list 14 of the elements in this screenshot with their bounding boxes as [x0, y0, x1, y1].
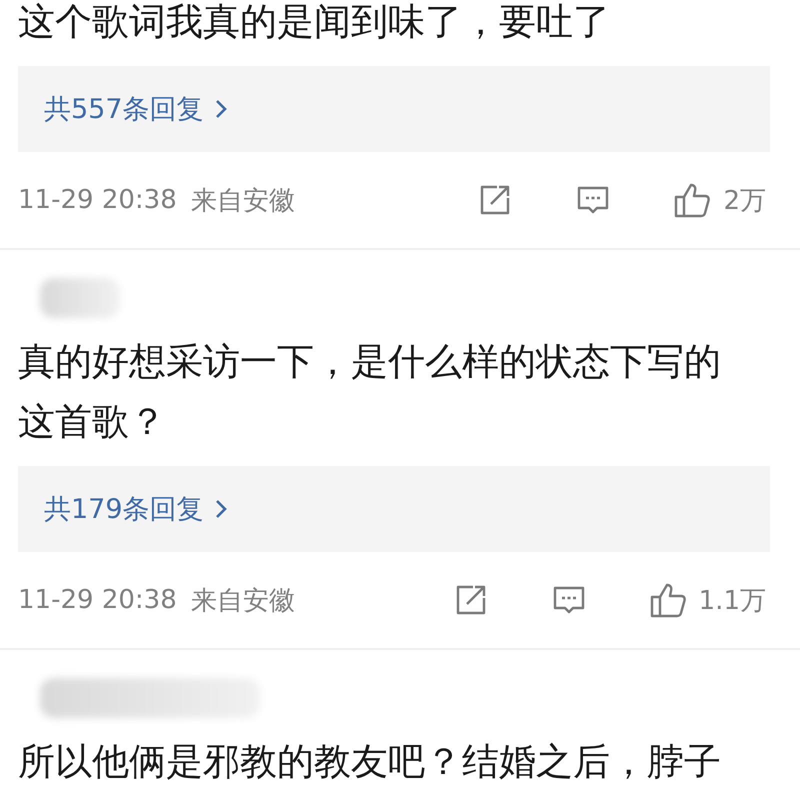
comment-text: 真的好想采访一下，是什么样的状态下写的这首歌？ [18, 339, 722, 445]
replies-link[interactable]: 共557条回复 [18, 66, 770, 152]
thumbs-up-icon [648, 581, 689, 619]
comment-text: 这个歌词我真的是闻到味了，要吐了 [18, 0, 611, 45]
comment-text: 所以他俩是邪教的教友吧？结婚之后，脖子 [18, 739, 722, 785]
like-button[interactable]: 2万 [673, 181, 766, 219]
replies-link[interactable]: 共179条回复 [18, 466, 770, 552]
comment-time: 11-29 20:38 [18, 585, 177, 615]
chevron-icon [214, 498, 228, 520]
comment-time: 11-29 20:38 [18, 185, 177, 215]
comment-location: 来自安徽 [190, 184, 295, 218]
like-button[interactable]: 1.1万 [648, 581, 766, 619]
chevron-icon [214, 98, 228, 120]
comment-location: 来自安徽 [190, 584, 295, 618]
